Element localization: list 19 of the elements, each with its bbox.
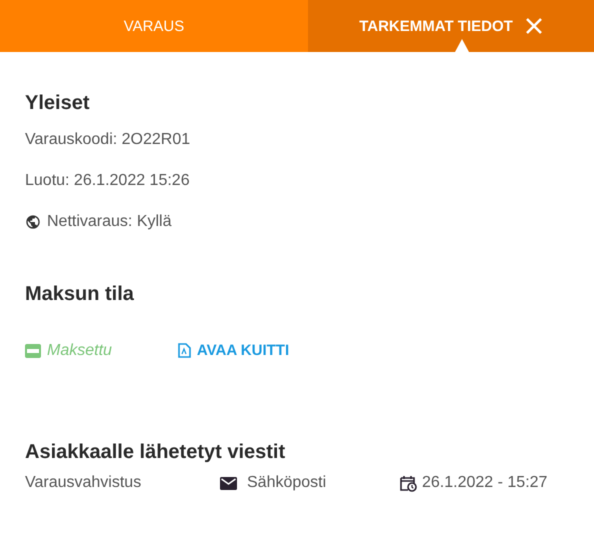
message-sent-time: 26.1.2022 - 15:27: [422, 474, 548, 492]
section-heading: Asiakkaalle lähetetyt viestit: [25, 441, 286, 464]
section-heading: Maksun tila: [25, 283, 135, 306]
created-date: Luotu: 26.1.2022 15:26: [25, 172, 190, 190]
calendar-clock-icon: [400, 474, 417, 492]
document-icon: [178, 343, 191, 358]
close-icon[interactable]: [524, 17, 543, 35]
message-channel: Sähköposti: [247, 474, 326, 492]
open-receipt-link[interactable]: AVAA KUITTI: [178, 342, 290, 359]
tab[interactable]: TARKEMMAT TIEDOT: [308, 0, 594, 52]
pointer-icon: [455, 39, 469, 52]
online-booking: Nettivaraus: Kyllä: [47, 212, 172, 230]
mail-icon: [220, 476, 237, 490]
section-heading: Yleiset: [25, 92, 90, 115]
payment-status: Maksettu: [47, 342, 112, 360]
tab[interactable]: VARAUS: [0, 0, 308, 52]
message-name: Varausvahvistus: [25, 474, 142, 492]
booking-code: Varauskoodi: 2O22R01: [25, 130, 190, 148]
globe-icon: [25, 214, 41, 230]
